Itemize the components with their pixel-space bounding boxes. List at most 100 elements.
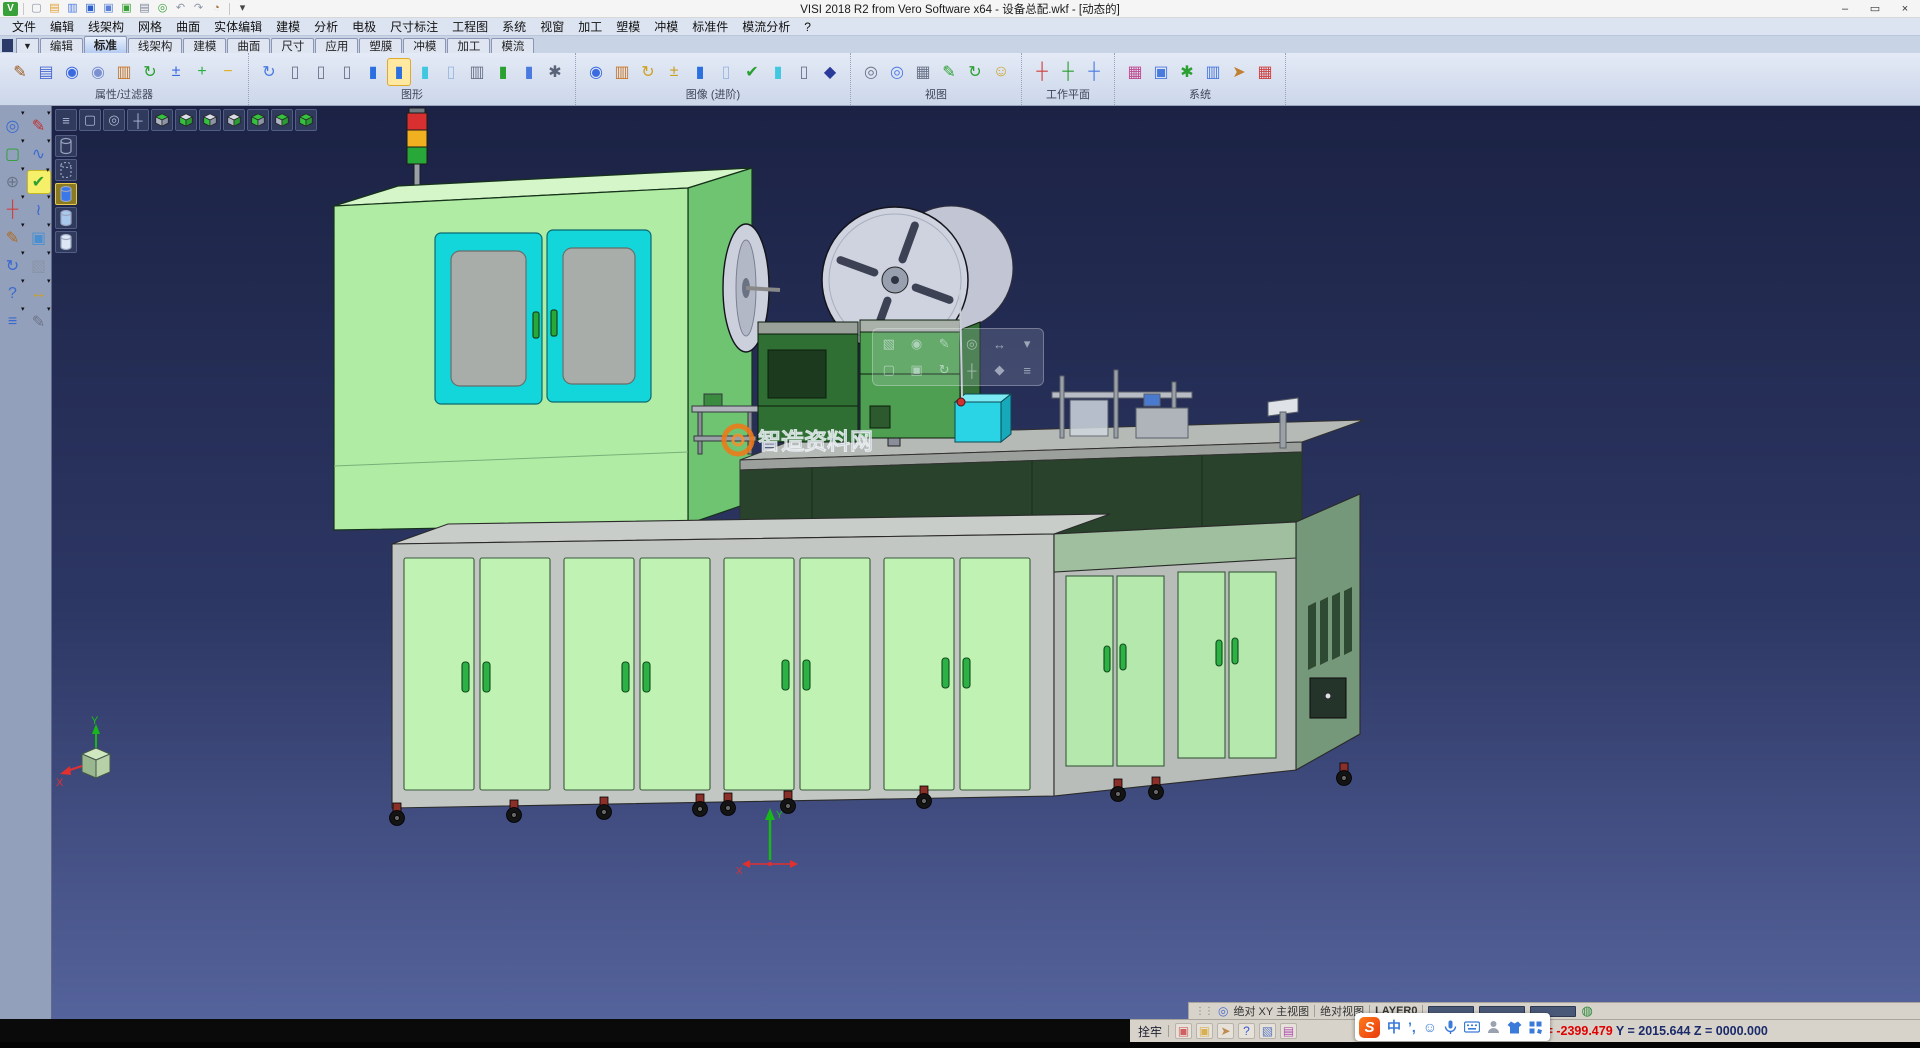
ghost-tool-icon-6[interactable]: ▾: [1024, 336, 1031, 352]
select-lasso-icon[interactable]: ∿: [27, 142, 51, 166]
cylinder-hatch-icon[interactable]: ▥: [465, 58, 489, 86]
ghost-tool-icon-3[interactable]: ✎: [939, 336, 950, 352]
cylinder-paint-icon[interactable]: ▮: [491, 58, 515, 86]
print-preview-button[interactable]: ◎: [155, 2, 170, 16]
view-bottom-button[interactable]: [175, 109, 197, 131]
view-zoom-icon[interactable]: ◎: [885, 58, 909, 86]
layer-stack-icon[interactable]: ≡: [1, 310, 25, 334]
measure-distance-icon[interactable]: ↔: [27, 282, 51, 306]
tab-dropdown-button[interactable]: ▼: [16, 38, 39, 53]
view-sketch-icon[interactable]: ✎: [937, 58, 961, 86]
toolbar-tab-尺寸[interactable]: 尺寸: [271, 38, 314, 53]
sogou-logo[interactable]: S: [1359, 1017, 1380, 1038]
toolbar-tab-模流[interactable]: 模流: [491, 38, 534, 53]
cylinder-shaded-icon[interactable]: ▮: [361, 58, 385, 86]
view-pan-icon[interactable]: ◎: [859, 58, 883, 86]
workplane-align-icon[interactable]: ┼: [1082, 58, 1106, 86]
view-top-button[interactable]: [151, 109, 173, 131]
ghost-tool-icon-7[interactable]: ▢: [883, 362, 895, 378]
menu-实体编辑[interactable]: 实体编辑: [208, 18, 268, 35]
ghost-tool-icon-9[interactable]: ↻: [939, 362, 950, 378]
3d-scene-canvas[interactable]: 智造资料网 Y X Y: [52, 106, 1920, 1019]
zoom-solid-icon[interactable]: ⊕: [1, 170, 25, 194]
menu-工程图[interactable]: 工程图: [446, 18, 494, 35]
visibility-refresh-icon[interactable]: ↻: [138, 58, 162, 86]
select-window-icon[interactable]: ▢: [1, 142, 25, 166]
shade-shaded-light-button[interactable]: [55, 207, 77, 229]
window-handle-left[interactable]: [533, 312, 539, 338]
view-iso-button[interactable]: [295, 109, 317, 131]
adv-shield-icon[interactable]: ◆: [818, 58, 842, 86]
globe-icon[interactable]: ◍: [1581, 1003, 1592, 1019]
menu-分析[interactable]: 分析: [308, 18, 344, 35]
edit-erase-icon[interactable]: ✎: [27, 114, 51, 138]
grid-settings-icon[interactable]: ▦: [1253, 58, 1277, 86]
feeder-unit-left[interactable]: [758, 322, 858, 442]
toolbar-tab-曲面[interactable]: 曲面: [227, 38, 270, 53]
qa-more-button[interactable]: ▾: [235, 2, 250, 16]
ghost-tool-icon-4[interactable]: ◎: [966, 336, 977, 352]
save-button[interactable]: ▣: [83, 2, 98, 16]
status-assembly-icon[interactable]: ▧: [1259, 1023, 1276, 1039]
menu-塑模[interactable]: 塑模: [610, 18, 646, 35]
adv-toggle-icon[interactable]: ±: [662, 58, 686, 86]
workplane-xy-icon[interactable]: ┼: [1030, 58, 1054, 86]
menu-视窗[interactable]: 视窗: [534, 18, 570, 35]
menu-系统[interactable]: 系统: [496, 18, 532, 35]
shade-flat-button[interactable]: [55, 231, 77, 253]
maximize-button[interactable]: ▭: [1860, 0, 1890, 17]
enclosure-window-left[interactable]: [435, 233, 542, 404]
menu-标准件[interactable]: 标准件: [686, 18, 734, 35]
image-capture-icon[interactable]: ▣: [1149, 58, 1173, 86]
adv-check-icon[interactable]: ✔: [740, 58, 764, 86]
bar-grip[interactable]: ⋮⋮: [1195, 1006, 1213, 1017]
ime-mode-button[interactable]: 中: [1387, 1017, 1401, 1037]
workplane-edit-icon[interactable]: ┼: [1056, 58, 1080, 86]
shade-cube-icon[interactable]: ▧: [27, 254, 51, 278]
menu-线架构[interactable]: 线架构: [82, 18, 130, 35]
menu-?[interactable]: ?: [798, 20, 817, 34]
ime-emoji-button[interactable]: ☺: [1423, 1019, 1437, 1035]
toolbar-tab-线架构[interactable]: 线架构: [128, 38, 183, 53]
adv-refresh-icon[interactable]: ↻: [636, 58, 660, 86]
cylinder-hidden-line-icon[interactable]: ▯: [309, 58, 333, 86]
toolbar-tab-标准[interactable]: 标准: [84, 36, 127, 53]
ime-skin-icon[interactable]: [1487, 1020, 1500, 1034]
menu-冲模[interactable]: 冲模: [648, 18, 684, 35]
color-palette-icon[interactable]: ▦: [1123, 58, 1147, 86]
filter-traffic-light-icon[interactable]: ▥: [112, 58, 136, 86]
toolbar-tab-建模[interactable]: 建模: [183, 38, 226, 53]
view-refresh-icon[interactable]: ↻: [963, 58, 987, 86]
enclosure-window-right[interactable]: [547, 230, 651, 402]
toolbar-tab-加工[interactable]: 加工: [447, 38, 490, 53]
context-help-icon[interactable]: ?: [1, 282, 25, 306]
show-all-icon[interactable]: +: [190, 58, 214, 86]
visibility-remove-icon[interactable]: ◉: [86, 58, 110, 86]
history-button[interactable]: ◔: [209, 2, 224, 16]
open-file-button[interactable]: ▤: [47, 2, 62, 16]
ime-punct-button[interactable]: ’,: [1408, 1019, 1416, 1035]
lock-label[interactable]: 拴牢: [1138, 1023, 1162, 1040]
confirm-check-icon[interactable]: ✔: [27, 170, 51, 194]
ime-shirt-icon[interactable]: [1507, 1021, 1522, 1034]
adv-wire-icon[interactable]: ▯: [792, 58, 816, 86]
visibility-add-icon[interactable]: ◉: [60, 58, 84, 86]
ghost-tool-icon-2[interactable]: ◉: [911, 336, 922, 352]
close-button[interactable]: ×: [1890, 0, 1920, 17]
menu-文件[interactable]: 文件: [6, 18, 42, 35]
shade-shaded-button[interactable]: [55, 183, 77, 205]
adv-bar-light-icon[interactable]: ▯: [714, 58, 738, 86]
hide-all-icon[interactable]: −: [216, 58, 240, 86]
status-snap-icon[interactable]: ▣: [1175, 1023, 1192, 1039]
shade-hidden-line-button[interactable]: [55, 159, 77, 181]
window-handle-right[interactable]: [551, 310, 557, 336]
attribute-brush-icon[interactable]: ✎: [8, 58, 32, 86]
shade-wireframe-button[interactable]: [55, 135, 77, 157]
print-button[interactable]: ▤: [137, 2, 152, 16]
open-recent-button[interactable]: ▥: [65, 2, 80, 16]
view-face-icon[interactable]: ☺: [989, 58, 1013, 86]
zoom-extents-button[interactable]: ▢: [79, 109, 101, 131]
save-all-button[interactable]: ▣: [119, 2, 134, 16]
status-table-icon[interactable]: ▤: [1280, 1023, 1297, 1039]
ghost-tool-icon-10[interactable]: ┼: [967, 363, 976, 378]
